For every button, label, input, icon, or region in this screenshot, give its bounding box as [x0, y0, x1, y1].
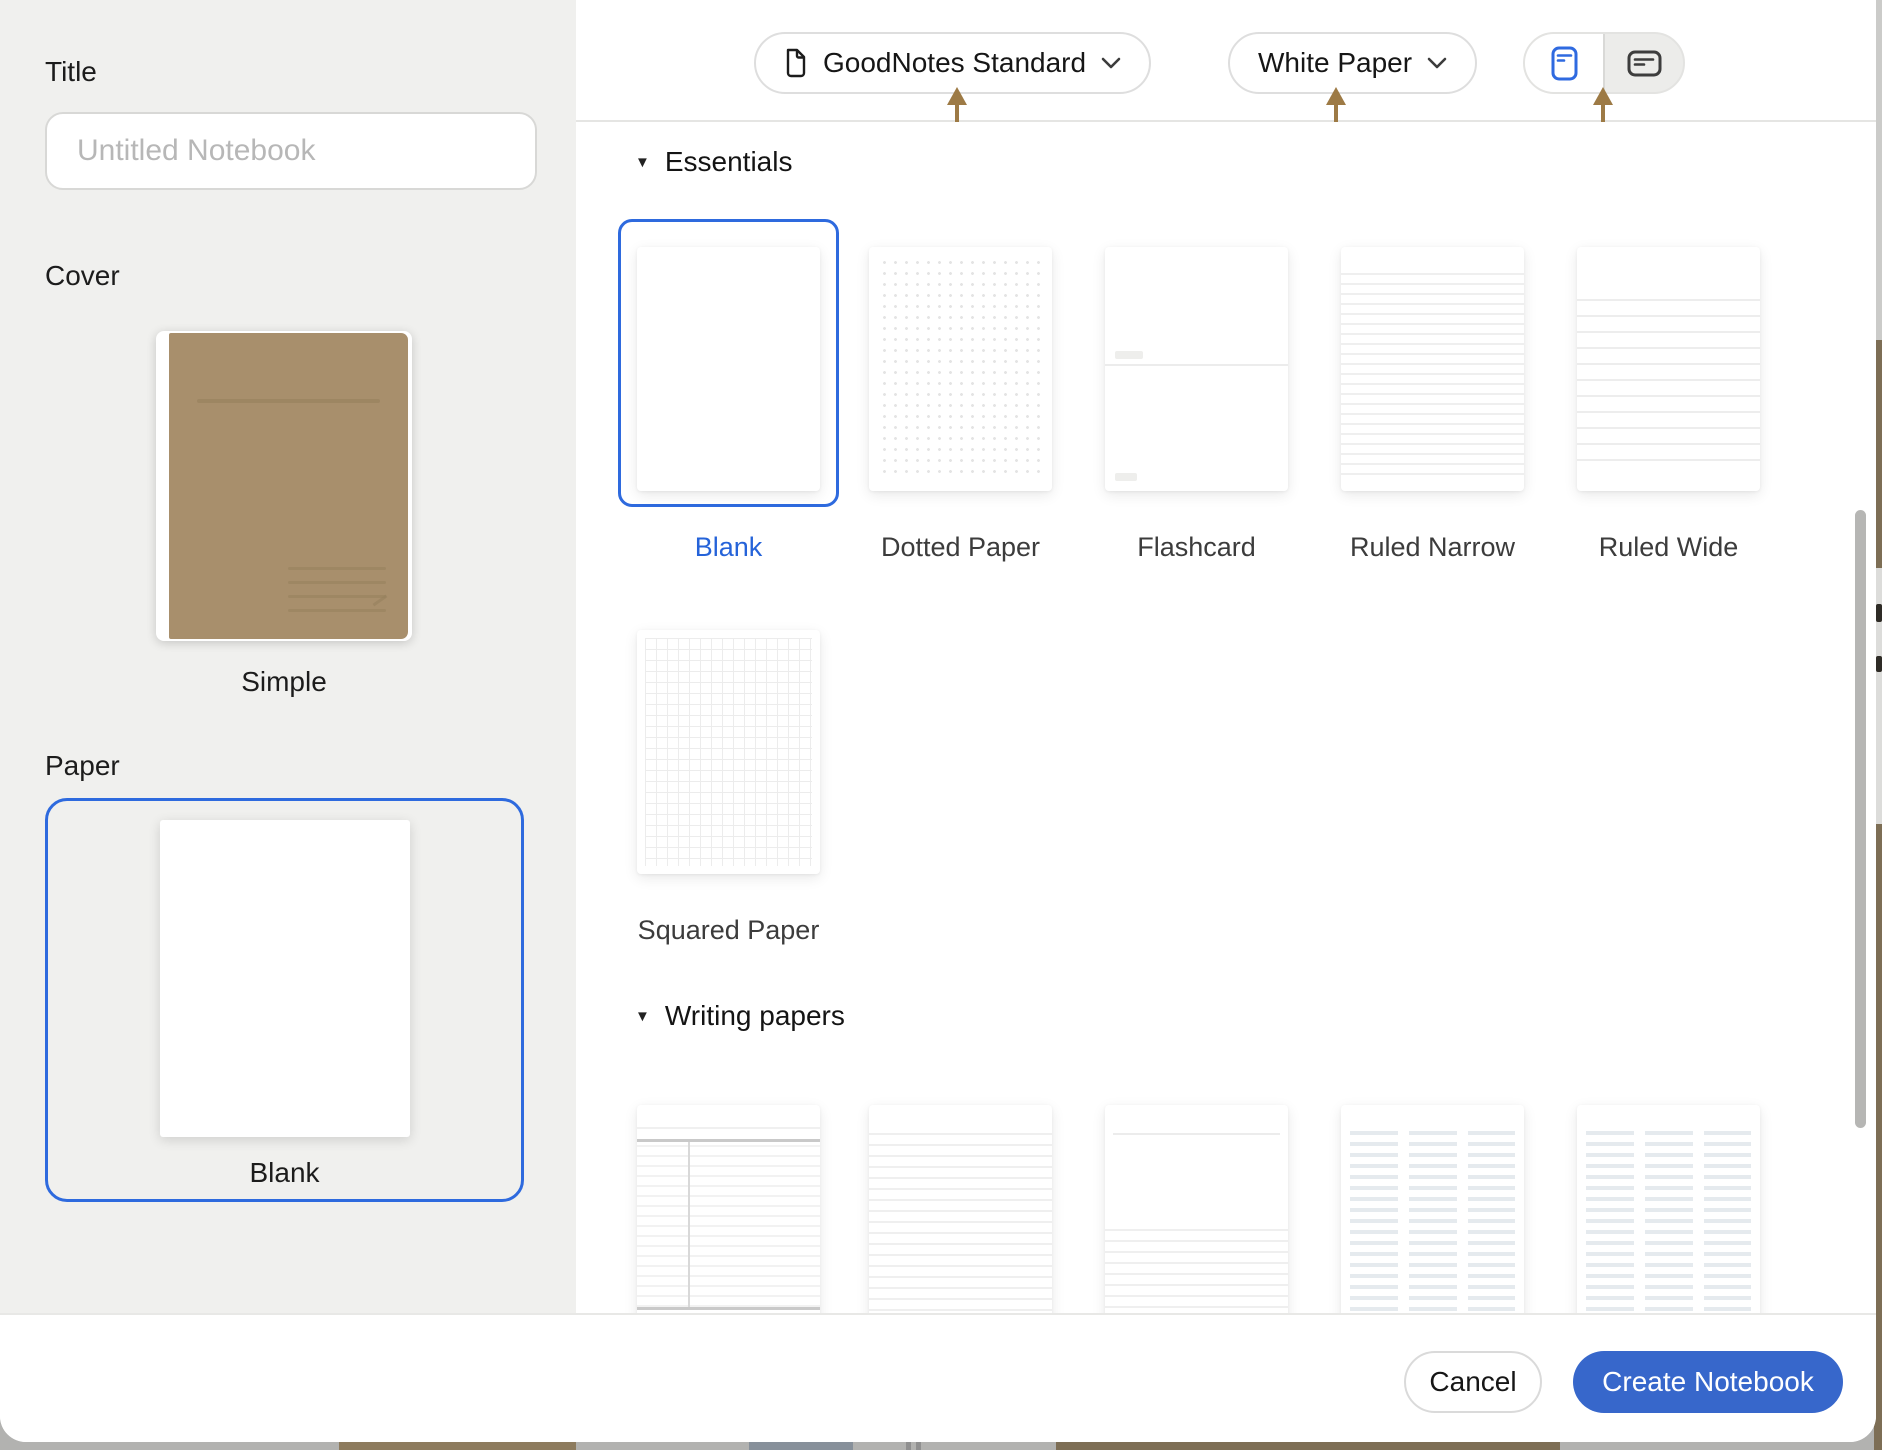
background-app-sliver	[749, 1442, 853, 1450]
paper-pattern	[1634, 1131, 1645, 1313]
portrait-page-icon	[1551, 46, 1578, 81]
paper-pattern	[637, 1145, 820, 1313]
annotation-arrowhead	[1593, 87, 1613, 105]
annotation-arrowhead	[947, 87, 967, 105]
paper-pattern	[869, 1133, 1052, 1313]
background-text-fragment	[1876, 656, 1882, 672]
selected-paper-preview[interactable]: Blank	[45, 798, 524, 1202]
dialog-footer: Cancel Create Notebook	[0, 1313, 1876, 1442]
cover-decoration	[288, 581, 386, 584]
toolbar: GoodNotes Standard White Paper	[576, 0, 1876, 122]
paper-pattern	[1693, 1131, 1704, 1313]
background-app-sliver	[339, 1442, 576, 1450]
notebook-title-input[interactable]	[45, 112, 537, 190]
annotation-arrowhead	[1326, 87, 1346, 105]
background-app-sliver	[906, 1442, 911, 1450]
chevron-down-icon	[1427, 57, 1447, 69]
paper-color-dropdown[interactable]: White Paper	[1228, 32, 1477, 94]
landscape-page-icon	[1627, 50, 1662, 77]
cover-image	[169, 333, 408, 639]
paper-pattern	[1457, 1131, 1468, 1313]
paper-size-dropdown[interactable]: GoodNotes Standard	[754, 32, 1151, 94]
paper-pattern	[1398, 1131, 1409, 1313]
paper-template-ruled[interactable]	[869, 1105, 1052, 1313]
scrollbar-thumb[interactable]	[1855, 510, 1866, 1128]
paper-thumbnail	[1577, 1105, 1760, 1313]
create-notebook-button[interactable]: Create Notebook	[1573, 1351, 1843, 1413]
paper-template-columns[interactable]	[1577, 1105, 1760, 1313]
cover-decoration	[197, 399, 380, 403]
paper-size-value: GoodNotes Standard	[823, 47, 1086, 79]
paper-preview-thumbnail	[160, 820, 410, 1137]
background-app-sliver	[916, 1442, 921, 1450]
sidebar: Title Cover Simple Paper Blank	[0, 0, 576, 1313]
cover-template-label: Simple	[156, 666, 412, 698]
background-app-sliver	[1056, 1442, 1560, 1450]
paper-template-cornell[interactable]	[637, 1105, 820, 1313]
paper-thumbnail	[869, 1105, 1052, 1313]
paper-thumbnail	[1105, 1105, 1288, 1313]
screen: Title Cover Simple Paper Blank	[0, 0, 1882, 1450]
paper-orientation-segmented-control	[1523, 32, 1685, 94]
background-text-fragment	[1876, 604, 1882, 622]
paper-template-summary[interactable]	[1105, 1105, 1288, 1313]
cover-decoration	[288, 595, 386, 598]
paper-label: Paper	[45, 750, 120, 782]
cover-decoration	[288, 567, 386, 570]
paper-pattern	[1105, 1229, 1288, 1313]
cover-label: Cover	[45, 260, 120, 292]
paper-color-value: White Paper	[1258, 47, 1412, 79]
paper-pattern	[637, 1127, 820, 1129]
paper-pattern	[1350, 1131, 1515, 1313]
cancel-button[interactable]: Cancel	[1404, 1351, 1542, 1413]
create-notebook-dialog: Title Cover Simple Paper Blank	[0, 0, 1876, 1442]
paper-template-columns[interactable]	[1341, 1105, 1524, 1313]
paper-pattern	[688, 1142, 690, 1307]
paper-pattern	[637, 1307, 820, 1310]
cover-decoration	[288, 609, 386, 612]
paper-thumbnail	[1341, 1105, 1524, 1313]
paper-thumbnail	[637, 1105, 820, 1313]
paper-pattern	[1113, 1133, 1280, 1135]
template-browser: ▼ Essentials BlankDotted PaperFlashcardR…	[576, 122, 1876, 1313]
paper-preview-label: Blank	[48, 1157, 521, 1189]
cover-template-simple[interactable]	[156, 331, 412, 641]
orientation-landscape-button[interactable]	[1605, 34, 1683, 92]
chevron-down-icon	[1101, 57, 1121, 69]
paper-pattern	[637, 1139, 820, 1142]
title-label: Title	[45, 56, 97, 88]
paper-pattern	[1586, 1131, 1751, 1313]
orientation-portrait-button[interactable]	[1525, 34, 1605, 92]
document-icon	[784, 48, 808, 78]
writing-papers-grid	[576, 122, 1876, 1313]
